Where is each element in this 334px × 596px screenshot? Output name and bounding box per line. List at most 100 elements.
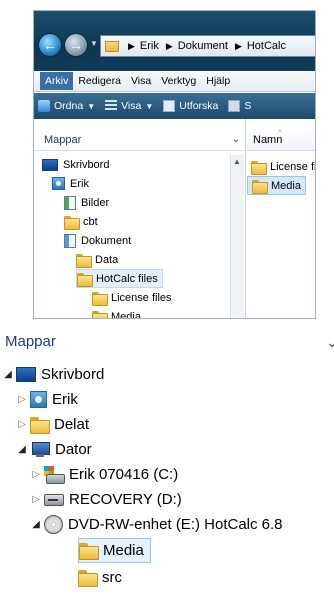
tree-item-label: Erik bbox=[70, 177, 89, 190]
tree-item-label: Media bbox=[111, 310, 141, 319]
tree-item-drive-c[interactable]: ▷ Erik 070416 (C:) bbox=[30, 462, 184, 487]
tree-item-documents[interactable]: Dokument bbox=[64, 231, 135, 250]
tree-item-label: Delat bbox=[54, 416, 90, 433]
expand-arrow-open-icon[interactable]: ◢ bbox=[2, 369, 14, 380]
folders-pane-title: Mappar bbox=[44, 134, 82, 146]
tree-item-media[interactable]: Media bbox=[92, 307, 145, 319]
tree-item-src[interactable]: src bbox=[78, 565, 128, 590]
navigation-pane: Mappar ⌄ Skrivbord Erik Bilder cbt Dokum… bbox=[34, 119, 246, 319]
breadcrumb-separator-icon[interactable]: ▶ bbox=[235, 41, 242, 52]
tree-item-label: cbt bbox=[83, 215, 98, 228]
expand-arrow-closed-icon[interactable]: ▷ bbox=[16, 394, 28, 405]
breadcrumb-separator-icon[interactable]: ▶ bbox=[128, 41, 135, 52]
dvd-drive-icon bbox=[44, 515, 63, 534]
expand-arrow-open-icon[interactable]: ◢ bbox=[30, 519, 42, 530]
organize-button[interactable]: Ordna ▼ bbox=[38, 100, 95, 112]
forward-button[interactable]: → bbox=[64, 33, 88, 57]
scroll-up-icon[interactable]: ▲ bbox=[233, 157, 241, 166]
menu-tools[interactable]: Verktyg bbox=[156, 72, 201, 90]
tree-item-computer[interactable]: ◢ Dator bbox=[16, 437, 98, 462]
explore-label: Utforska bbox=[179, 100, 219, 112]
computer-icon bbox=[30, 441, 50, 458]
desktop-icon bbox=[42, 158, 58, 171]
tree-item-erik[interactable]: ▷ Erik bbox=[16, 387, 84, 412]
expand-arrow-closed-icon[interactable]: ▷ bbox=[30, 469, 42, 480]
folders-pane-header[interactable]: Mappar ⌄ bbox=[0, 331, 334, 353]
folder-icon bbox=[78, 570, 98, 587]
desktop-icon bbox=[16, 367, 36, 382]
file-list-item-label: Media bbox=[271, 179, 301, 192]
user-folder-icon bbox=[52, 177, 65, 190]
zoomed-folder-pane-screenshot: Mappar ⌄ ◢ Skrivbord ▷ Erik ▷ Delat ◢ Da… bbox=[0, 323, 334, 596]
back-button[interactable]: ← bbox=[38, 33, 62, 57]
address-bar: ← → ▼ ▶ Erik ▶ Dokument ▶ HotCalc bbox=[34, 11, 315, 71]
command-toolbar: Ordna ▼ Visa ▼ Utforska S bbox=[34, 93, 315, 119]
file-list-item-label: License files bbox=[270, 160, 316, 173]
file-list-item[interactable]: Media bbox=[247, 176, 306, 195]
folder-icon bbox=[64, 215, 80, 230]
breadcrumb-item[interactable]: Dokument bbox=[178, 40, 228, 52]
tree-item-desktop[interactable]: Skrivbord bbox=[42, 155, 113, 174]
tree-item-label: Dator bbox=[55, 441, 92, 458]
tree-item-data[interactable]: Data bbox=[76, 250, 122, 269]
views-icon bbox=[105, 100, 118, 112]
tree-item-label: Data bbox=[95, 253, 119, 266]
sort-ascending-icon: ⌃ bbox=[277, 130, 283, 137]
recent-pages-dropdown-icon[interactable]: ▼ bbox=[90, 39, 98, 48]
breadcrumb-item[interactable]: HotCalc bbox=[247, 40, 286, 52]
menu-bar: Arkiv Redigera Visa Verktyg Hjälp bbox=[34, 71, 315, 92]
user-folder-icon bbox=[30, 391, 47, 408]
tree-item-cbt[interactable]: cbt bbox=[64, 212, 102, 231]
share-label: S bbox=[244, 100, 252, 112]
organize-icon bbox=[38, 100, 50, 112]
tree-item-shared[interactable]: ▷ Delat bbox=[16, 412, 95, 437]
expand-arrow-open-icon[interactable]: ◢ bbox=[16, 444, 28, 455]
back-arrow-icon: ← bbox=[43, 37, 57, 53]
tree-item-license-files[interactable]: License files bbox=[92, 288, 176, 307]
menu-help[interactable]: Hjälp bbox=[201, 72, 235, 90]
tree-scrollbar[interactable]: ▲ bbox=[230, 155, 244, 318]
documents-icon bbox=[64, 233, 76, 248]
explore-icon bbox=[163, 100, 176, 112]
tree-item-hotcalc-files[interactable]: HotCalc files bbox=[76, 269, 163, 288]
breadcrumb-item[interactable]: Erik bbox=[140, 40, 159, 52]
forward-arrow-icon: → bbox=[69, 37, 83, 53]
tree-item-pictures[interactable]: Bilder bbox=[64, 193, 113, 212]
tree-item-label: src bbox=[102, 569, 122, 586]
chevron-down-icon[interactable]: ⌄ bbox=[232, 129, 240, 151]
breadcrumb[interactable]: ▶ Erik ▶ Dokument ▶ HotCalc bbox=[100, 35, 315, 57]
folders-pane-header[interactable]: Mappar ⌄ bbox=[34, 129, 246, 151]
tree-item-label: RECOVERY (D:) bbox=[69, 491, 182, 508]
tree-item-dvd-drive[interactable]: ◢ DVD-RW-enhet (E:) HotCalc 6.8 bbox=[30, 512, 289, 537]
column-header-name[interactable]: ⌃ Namn bbox=[247, 129, 315, 151]
explore-button[interactable]: Utforska bbox=[163, 100, 218, 112]
menu-file[interactable]: Arkiv bbox=[40, 72, 74, 90]
expand-arrow-closed-icon[interactable]: ▷ bbox=[16, 419, 28, 430]
folder-icon bbox=[251, 160, 267, 175]
folder-icon bbox=[252, 179, 268, 194]
tree-item-desktop[interactable]: ◢ Skrivbord bbox=[2, 362, 110, 387]
share-button[interactable]: S bbox=[228, 100, 251, 112]
file-list-pane: ⌃ Namn License files Media bbox=[247, 119, 316, 318]
share-icon bbox=[228, 100, 241, 112]
breadcrumb-separator-icon[interactable]: ▶ bbox=[166, 41, 173, 52]
tree-item-drive-d[interactable]: ▷ RECOVERY (D:) bbox=[30, 487, 188, 512]
views-button[interactable]: Visa ▼ bbox=[105, 100, 153, 112]
tree-item-media[interactable]: Media bbox=[78, 538, 151, 563]
tree-item-label: Skrivbord bbox=[63, 158, 110, 171]
chevron-down-icon: ▼ bbox=[145, 101, 154, 111]
tree-item-erik[interactable]: Erik bbox=[52, 174, 93, 193]
explorer-window-screenshot: ← → ▼ ▶ Erik ▶ Dokument ▶ HotCalc Arkiv … bbox=[33, 10, 316, 319]
tree-item-label: Media bbox=[103, 542, 144, 559]
folders-pane-title: Mappar bbox=[5, 333, 56, 350]
menu-view[interactable]: Visa bbox=[126, 72, 156, 90]
tree-item-label: Skrivbord bbox=[41, 366, 105, 383]
hard-drive-icon bbox=[44, 466, 65, 484]
menu-edit[interactable]: Redigera bbox=[73, 72, 126, 90]
expand-arrow-closed-icon[interactable]: ▷ bbox=[30, 494, 42, 505]
organize-label: Ordna bbox=[54, 100, 84, 112]
file-list-item[interactable]: License files bbox=[247, 157, 316, 176]
tree-item-label: Dokument bbox=[81, 234, 132, 247]
tree-item-label: Bilder bbox=[81, 196, 110, 209]
chevron-down-icon[interactable]: ⌄ bbox=[326, 331, 334, 353]
